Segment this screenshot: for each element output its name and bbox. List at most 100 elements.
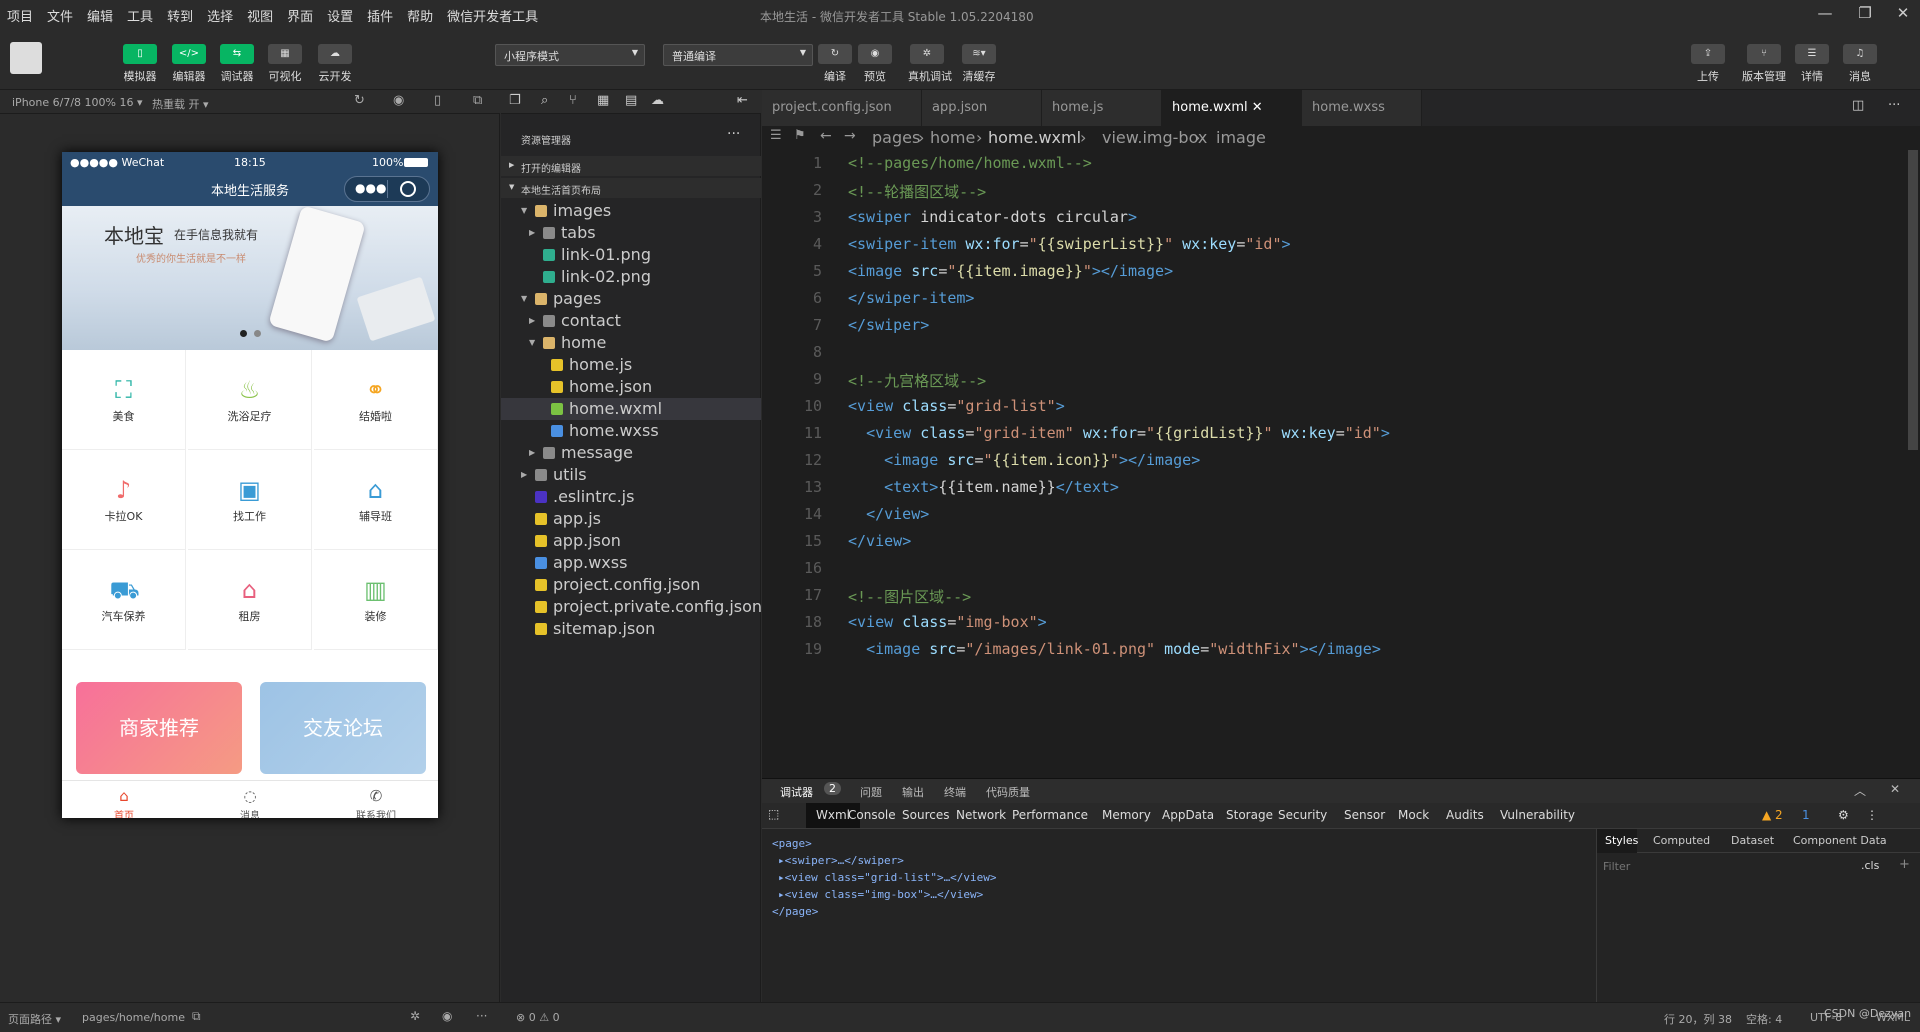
menu-item[interactable]: 工具 xyxy=(120,6,160,25)
menu-item[interactable]: 文件 xyxy=(40,6,80,25)
menu-item[interactable]: 视图 xyxy=(240,6,280,25)
editor-tab[interactable]: home.js xyxy=(1042,90,1162,126)
tab-messages[interactable]: ◌ 消息 xyxy=(188,781,312,818)
cursor-position[interactable]: 行 20，列 38 xyxy=(1664,1011,1732,1027)
wxml-node[interactable]: </page> xyxy=(772,903,1352,920)
scrollbar[interactable] xyxy=(1908,150,1918,450)
devtools-tab[interactable]: Mock xyxy=(1398,808,1429,822)
project-section[interactable]: ▼ 本地生活首页布局 xyxy=(501,178,761,198)
tab-code-quality[interactable]: 代码质量 xyxy=(986,784,1030,800)
more-icon[interactable]: ●●● xyxy=(355,181,386,195)
file-tree-item[interactable]: home.json xyxy=(501,376,761,398)
tab-terminal[interactable]: 终端 xyxy=(944,784,966,800)
file-tree-item[interactable]: home.wxss xyxy=(501,420,761,442)
file-tree-item[interactable]: ▶ utils xyxy=(501,464,761,486)
chevron-up-icon[interactable]: ︿ xyxy=(1854,782,1866,799)
collapse-icon[interactable]: ⇤ xyxy=(737,93,748,108)
page-path-label[interactable]: 页面路径 ▾ xyxy=(8,1011,61,1027)
cloud-button[interactable]: ☁ 云开发 xyxy=(316,44,354,84)
bug-icon[interactable]: ✲ xyxy=(410,1009,420,1023)
wxml-node[interactable]: ▸<view class="img-box">…</view> xyxy=(772,886,1352,903)
warning-count[interactable]: ▲ 2 xyxy=(1762,808,1783,822)
search-icon[interactable]: ⌕ xyxy=(541,93,548,108)
more-icon[interactable]: ⋮ xyxy=(1866,808,1878,822)
devtools-tab[interactable]: Security xyxy=(1278,808,1327,822)
simulator-button[interactable]: ▯ 模拟器 xyxy=(121,44,159,84)
tab-output[interactable]: 输出 xyxy=(902,784,924,800)
tab-contact[interactable]: ✆ 联系我们 xyxy=(314,781,438,818)
upload-button[interactable]: ⇪ 上传 xyxy=(1689,44,1727,84)
tab-problems[interactable]: 问题 xyxy=(860,784,882,800)
close-circle-icon[interactable] xyxy=(400,181,416,197)
indent-setting[interactable]: 空格: 4 xyxy=(1746,1011,1782,1027)
devtools-tab[interactable]: Network xyxy=(956,808,1006,822)
details-button[interactable]: ☰ 详情 xyxy=(1793,44,1831,84)
breadcrumb-file[interactable]: home.wxml xyxy=(988,128,1081,147)
tab-dataset[interactable]: Dataset xyxy=(1731,834,1774,847)
breadcrumb-image[interactable]: image xyxy=(1216,128,1266,147)
grid-item[interactable]: ▥ 装修 xyxy=(314,550,438,650)
file-tree-item[interactable]: .eslintrc.js xyxy=(501,486,761,508)
file-tree-item[interactable]: project.private.config.json xyxy=(501,596,762,618)
file-tree-item[interactable]: ▶ message xyxy=(501,442,761,464)
device-select[interactable]: iPhone 6/7/8 100% 16 ▾ xyxy=(12,96,143,109)
info-count[interactable]: 1 xyxy=(1802,808,1810,822)
menu-item[interactable]: 微信开发者工具 xyxy=(440,6,545,25)
menu-item[interactable]: 设置 xyxy=(320,6,360,25)
breadcrumb-home[interactable]: home xyxy=(930,128,975,147)
file-tree-item[interactable]: app.wxss xyxy=(501,552,761,574)
file-tree-item[interactable]: link-01.png xyxy=(501,244,761,266)
grid-item[interactable]: ⛟ 汽车保养 xyxy=(62,550,186,650)
grid-item[interactable]: ⛶ 美食 xyxy=(62,350,186,450)
split-editor-icon[interactable]: ◫ xyxy=(1852,98,1864,113)
close-icon[interactable]: ✕ xyxy=(1890,782,1900,796)
clear-cache-button[interactable]: ≋▾ 清缓存 xyxy=(960,44,998,84)
devtools-tab[interactable]: Audits xyxy=(1446,808,1484,822)
devtools-tab[interactable]: AppData xyxy=(1162,808,1214,822)
maximize-button[interactable]: ❐ xyxy=(1852,4,1878,26)
merchant-image[interactable]: 商家推荐 xyxy=(76,682,242,774)
file-tree-item[interactable]: ▼ home xyxy=(501,332,761,354)
menu-item[interactable]: 插件 xyxy=(360,6,400,25)
gear-icon[interactable]: ⚙ xyxy=(1838,808,1849,822)
more-icon[interactable]: ··· xyxy=(1888,98,1900,113)
tab-debugger[interactable]: 调试器 xyxy=(780,784,813,800)
list-icon[interactable]: ☰ xyxy=(770,128,782,143)
more-icon[interactable]: ··· xyxy=(727,126,740,142)
problems-count[interactable]: ⊗ 0 ⚠ 0 xyxy=(516,1011,560,1024)
wxml-node[interactable]: <page> xyxy=(772,835,1352,852)
eye-icon[interactable]: ◉ xyxy=(442,1009,452,1023)
capsule-button[interactable]: ●●● xyxy=(344,176,430,202)
outline-icon[interactable]: ▤ xyxy=(625,93,637,108)
menu-item[interactable]: 界面 xyxy=(280,6,320,25)
files-icon[interactable]: ❐ xyxy=(509,93,521,108)
devtools-tab[interactable]: Vulnerability xyxy=(1500,808,1575,822)
file-tree-item[interactable]: home.js xyxy=(501,354,761,376)
forward-icon[interactable]: → xyxy=(844,128,856,144)
close-tab-icon[interactable]: ✕ xyxy=(1248,100,1263,115)
grid-item[interactable]: ▣ 找工作 xyxy=(188,450,312,550)
more-icon[interactable]: ··· xyxy=(476,1009,487,1023)
code-area[interactable]: 1 <!--pages/home/home.wxml--> 2 <!--轮播图区域--… xyxy=(762,150,1902,778)
file-tree-item[interactable]: project.config.json xyxy=(501,574,761,596)
rotate-icon[interactable]: ↻ xyxy=(354,93,365,108)
wxml-node[interactable]: ▸<view class="grid-list">…</view> xyxy=(772,869,1352,886)
grid-item[interactable]: ♪ 卡拉OK xyxy=(62,450,186,550)
popout-icon[interactable]: ⧉ xyxy=(473,93,482,108)
back-icon[interactable]: ← xyxy=(820,128,832,144)
tab-component-data[interactable]: Component Data xyxy=(1793,834,1887,847)
forum-image[interactable]: 交友论坛 xyxy=(260,682,426,774)
phone-icon[interactable]: ▯ xyxy=(434,93,441,108)
breadcrumb-view[interactable]: view.img-box xyxy=(1102,128,1207,147)
file-tree-item[interactable]: ▼ images xyxy=(501,200,761,222)
file-tree-item[interactable]: sitemap.json xyxy=(501,618,761,640)
editor-tab[interactable]: home.wxml ✕ xyxy=(1162,90,1302,126)
editor-tab[interactable]: home.wxss xyxy=(1302,90,1422,126)
cloud-icon[interactable]: ☁ xyxy=(651,93,664,108)
devtools-tab[interactable]: Console xyxy=(848,808,896,822)
devtools-tab[interactable]: Performance xyxy=(1012,808,1088,822)
visual-button[interactable]: ▦ 可视化 xyxy=(266,44,304,84)
styles-filter-input[interactable] xyxy=(1603,857,1853,875)
grid-item[interactable]: ♨ 洗浴足疗 xyxy=(188,350,312,450)
devtools-tab[interactable]: Sensor xyxy=(1344,808,1385,822)
